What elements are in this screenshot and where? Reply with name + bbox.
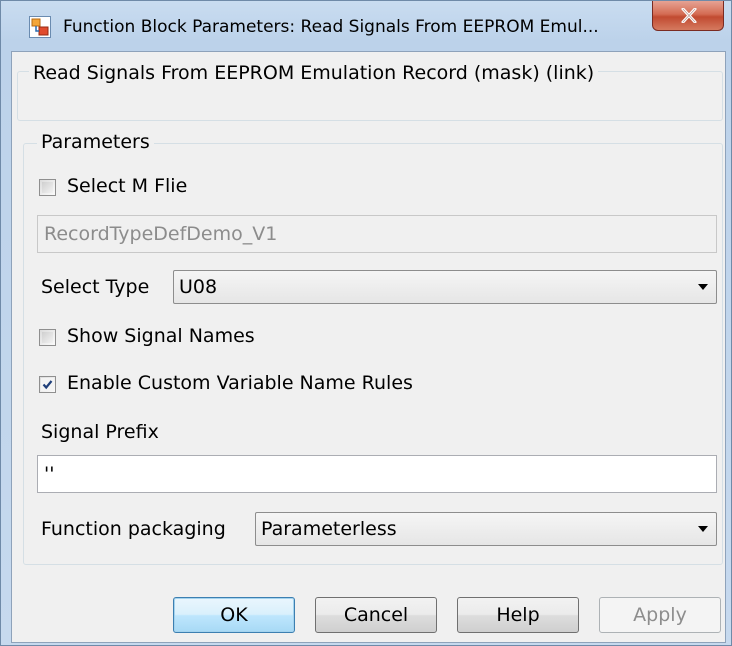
close-icon bbox=[681, 8, 697, 23]
cancel-button[interactable]: Cancel bbox=[315, 597, 437, 633]
chevron-down-icon bbox=[698, 284, 708, 290]
ok-button[interactable]: OK bbox=[173, 597, 295, 633]
parameters-group bbox=[23, 143, 723, 565]
enable-custom-rules-label: Enable Custom Variable Name Rules bbox=[67, 372, 413, 394]
select-type-value: U08 bbox=[179, 276, 218, 298]
close-button[interactable] bbox=[652, 1, 724, 31]
signal-prefix-input[interactable]: '' bbox=[37, 455, 717, 493]
function-packaging-label: Function packaging bbox=[41, 518, 226, 540]
select-m-file-label: Select M Flie bbox=[67, 175, 188, 197]
title-bar[interactable]: Function Block Parameters: Read Signals … bbox=[1, 1, 731, 51]
show-signal-names-checkbox[interactable] bbox=[39, 329, 56, 346]
simulink-block-icon bbox=[29, 16, 51, 38]
select-m-file-checkbox[interactable] bbox=[39, 179, 56, 196]
signal-prefix-label: Signal Prefix bbox=[41, 421, 159, 443]
select-type-label: Select Type bbox=[41, 276, 150, 298]
show-signal-names-label: Show Signal Names bbox=[67, 325, 255, 347]
select-type-dropdown[interactable]: U08 bbox=[173, 270, 717, 304]
help-button[interactable]: Help bbox=[457, 597, 579, 633]
window-title: Function Block Parameters: Read Signals … bbox=[63, 17, 599, 37]
m-file-field: RecordTypeDefDemo_V1 bbox=[37, 215, 717, 253]
chevron-down-icon bbox=[698, 526, 708, 532]
description-title: Read Signals From EEPROM Emulation Recor… bbox=[29, 62, 599, 84]
parameters-title: Parameters bbox=[37, 131, 154, 153]
function-packaging-dropdown[interactable]: Parameterless bbox=[255, 512, 717, 546]
enable-custom-rules-checkbox[interactable] bbox=[39, 376, 56, 393]
dialog-window: Function Block Parameters: Read Signals … bbox=[0, 0, 732, 646]
apply-button: Apply bbox=[599, 597, 721, 633]
function-packaging-value: Parameterless bbox=[261, 518, 397, 540]
checkmark-icon bbox=[41, 378, 54, 391]
